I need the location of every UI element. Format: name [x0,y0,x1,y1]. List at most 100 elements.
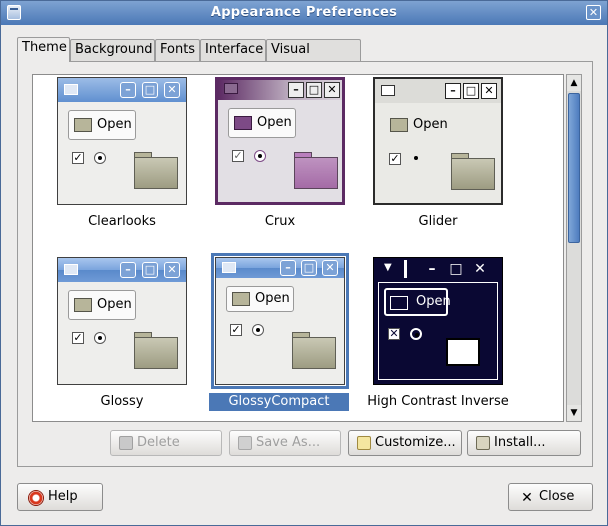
preview-checkbox: ✓ [230,323,242,336]
help-lifebuoy-icon [28,490,44,506]
minimize-icon: – [280,260,296,276]
preview-open-label: Open [416,294,451,309]
close-label: Close [539,489,575,504]
edit-icon [357,436,371,450]
folder-open-icon [390,296,408,310]
theme-item-crux[interactable]: – □ ✕ Open ✓ Crux [205,77,355,233]
folder-icon [446,338,480,366]
maximize-icon: □ [301,260,317,276]
preview-open-button: Open [384,288,451,316]
preview-open-button: Open [226,286,294,312]
theme-name: Glider [418,214,458,229]
preview-window: – □ ✕ Open ✓ [373,77,503,205]
folder-open-icon [232,292,250,306]
customize-label: Customize... [375,435,456,450]
theme-name-selected: GlossyCompact [209,393,349,411]
maximize-icon: □ [142,82,158,98]
save-as-button[interactable]: Save As... [229,430,341,456]
theme-name: High Contrast Inverse [367,394,509,409]
appearance-preferences-window: Appearance Preferences ✕ Theme Backgroun… [0,0,608,526]
maximize-icon: □ [306,82,322,98]
preview-open-label: Open [413,117,448,132]
tab-fonts[interactable]: Fonts [155,39,200,61]
minimize-icon: – [445,83,461,99]
theme-gallery[interactable]: – □ ✕ Open ✓ Clearlooks – □ ✕ Open ✓ Cru… [32,74,564,422]
delete-label: Delete [137,435,180,450]
tab-theme[interactable]: Theme [17,37,70,62]
close-icon: ✕ [322,260,338,276]
preview-window-icon [224,83,238,94]
preview-radio [410,328,422,340]
preview-window-icon [381,85,395,96]
close-button[interactable]: ✕ Close [508,483,593,511]
window-menu-icon: ▼ [384,262,392,273]
preview-window: – □ ✕ Open ✓ [215,257,345,385]
package-icon [476,436,490,450]
folder-icon [134,332,178,369]
theme-item-glider[interactable]: – □ ✕ Open ✓ Glider [363,77,513,233]
window-menu-icon[interactable] [7,5,21,20]
theme-preview-clearlooks: – □ ✕ Open ✓ [57,77,187,205]
preview-checkbox: ✕ [388,327,400,340]
help-label: Help [48,489,78,504]
minimize-icon: – [288,82,304,98]
scroll-down-arrow-icon[interactable]: ▼ [567,405,581,421]
preview-open-label: Open [257,115,292,130]
title-bar[interactable]: Appearance Preferences ✕ [1,1,607,25]
theme-preview-high-contrast-inverse: ▼ – □ ✕ Open ✕ [373,257,503,385]
preview-radio [94,152,106,164]
folder-open-icon [74,118,92,132]
close-x-icon: ✕ [521,490,533,506]
close-icon: ✕ [164,262,180,278]
preview-titlebar: – □ ✕ [58,258,186,282]
install-button[interactable]: Install... [467,430,581,456]
maximize-icon: □ [463,83,479,99]
preview-open-button: Open [385,111,453,141]
preview-window-icon [64,84,78,95]
folder-icon [451,153,495,190]
preview-open-label: Open [97,297,132,312]
theme-preview-crux: – □ ✕ Open ✓ [215,77,345,205]
theme-item-glossy[interactable]: – □ ✕ Open ✓ Glossy [47,257,197,413]
scroll-up-arrow-icon[interactable]: ▲ [567,75,581,91]
scrollbar-thumb[interactable] [568,93,580,243]
theme-preview-glossycompact: – □ ✕ Open ✓ [211,253,349,389]
theme-item-glossycompact[interactable]: – □ ✕ Open ✓ GlossyCompact [205,253,355,413]
window-close-icon[interactable]: ✕ [586,5,601,20]
minimize-icon: – [120,82,136,98]
trash-icon [119,436,133,450]
preview-checkbox: ✓ [232,149,244,162]
delete-button[interactable]: Delete [110,430,222,456]
preview-window: ▼ – □ ✕ Open ✕ [373,257,503,385]
preview-titlebar: – □ ✕ [58,78,186,102]
tab-interface[interactable]: Interface [200,39,266,61]
folder-icon [134,152,178,189]
close-icon: ✕ [164,82,180,98]
close-icon: ✕ [481,83,497,99]
save-icon [238,436,252,450]
preview-radio [94,332,106,344]
theme-item-clearlooks[interactable]: – □ ✕ Open ✓ Clearlooks [47,77,197,233]
theme-tab-panel: – □ ✕ Open ✓ Clearlooks – □ ✕ Open ✓ Cru… [17,61,593,467]
tab-visual-effects[interactable]: Visual Effects [266,39,361,77]
preview-checkbox: ✓ [72,331,84,344]
preview-checkbox: ✓ [389,152,401,165]
customize-button[interactable]: Customize... [348,430,462,456]
preview-radio [254,150,266,162]
window-title: Appearance Preferences [210,5,398,20]
theme-name: Glossy [100,394,144,409]
tab-background[interactable]: Background [70,39,155,61]
preview-open-label: Open [255,291,290,306]
help-button[interactable]: Help [17,483,103,511]
preview-window-icon [64,264,78,275]
folder-open-icon [74,298,92,312]
preview-window: – □ ✕ Open ✓ [57,257,187,385]
preview-titlebar: ▼ – □ ✕ [374,258,502,282]
preview-titlebar: – □ ✕ [218,80,342,100]
theme-item-high-contrast-inverse[interactable]: ▼ – □ ✕ Open ✕ High Contrast Inverse [363,257,513,413]
preview-window: – □ ✕ Open ✓ [215,77,345,205]
gallery-scrollbar[interactable]: ▲ ▼ [566,74,582,422]
theme-name: Crux [264,214,296,229]
folder-open-icon [390,118,408,132]
preview-window: – □ ✕ Open ✓ [57,77,187,205]
